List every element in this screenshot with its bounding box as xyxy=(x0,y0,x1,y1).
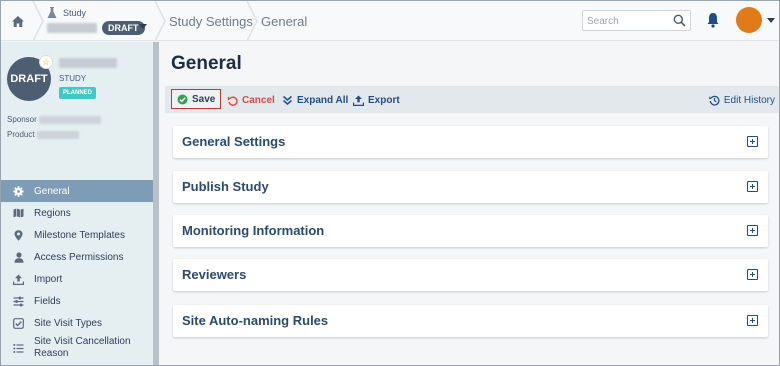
upload-icon xyxy=(13,274,24,285)
plus-square-icon[interactable] xyxy=(747,269,758,280)
plus-square-icon[interactable] xyxy=(747,136,758,147)
panel-title: General Settings xyxy=(182,134,286,149)
list-icon xyxy=(13,343,24,354)
breadcrumb-separator-icon xyxy=(32,1,44,41)
sidebar: DRAFT ☆ STUDY PLANNED Sponsor Product Ge… xyxy=(1,42,159,365)
sidebar-item-label: Site Visit Cancellation Reason xyxy=(34,336,131,359)
edit-history-button[interactable]: Edit History xyxy=(709,90,775,110)
panel-title: Publish Study xyxy=(182,179,269,194)
breadcrumb-study-label: Study xyxy=(63,8,87,18)
study-name-redacted xyxy=(59,58,117,68)
settings-nav: General Regions Milestone Templates Acce… xyxy=(1,180,153,362)
panel-monitoring-information[interactable]: Monitoring Information xyxy=(173,215,768,247)
panel-general-settings[interactable]: General Settings xyxy=(173,126,768,158)
expand-all-button[interactable]: Expand All xyxy=(282,90,348,110)
cancel-button[interactable]: Cancel xyxy=(227,90,275,110)
top-bar: Study DRAFT Study Settings General xyxy=(1,1,779,41)
breadcrumb-study[interactable]: Study DRAFT xyxy=(47,6,155,38)
history-icon xyxy=(709,95,720,106)
pin-icon xyxy=(13,229,24,241)
app-window: Study DRAFT Study Settings General DRAFT… xyxy=(0,0,780,366)
sidebar-item-general[interactable]: General xyxy=(1,180,153,202)
home-icon[interactable] xyxy=(7,9,29,33)
sidebar-item-site-visit-cancellation-reason[interactable]: Site Visit Cancellation Reason xyxy=(1,334,153,362)
sidebar-item-label: Regions xyxy=(34,207,71,219)
cancel-label: Cancel xyxy=(242,94,275,106)
breadcrumb-separator-icon xyxy=(246,1,258,41)
search-icon[interactable] xyxy=(673,14,686,27)
chevron-down-icon[interactable] xyxy=(767,18,775,23)
export-icon xyxy=(353,95,364,106)
sidebar-item-label: Fields xyxy=(34,295,61,307)
expand-all-label: Expand All xyxy=(297,94,349,106)
export-button[interactable]: Export xyxy=(353,90,400,110)
panel-title: Site Auto-naming Rules xyxy=(182,313,329,328)
status-badge: PLANNED xyxy=(59,87,97,99)
sponsor-value-redacted xyxy=(39,116,101,124)
search-box[interactable] xyxy=(582,10,691,31)
panel-site-auto-naming-rules[interactable]: Site Auto-naming Rules xyxy=(173,305,768,337)
sidebar-item-regions[interactable]: Regions xyxy=(1,202,153,224)
sponsor-label: Sponsor xyxy=(7,115,37,124)
page-title: General xyxy=(171,53,242,74)
panel-title: Monitoring Information xyxy=(182,223,325,238)
star-icon[interactable]: ☆ xyxy=(39,55,53,69)
edit-history-label: Edit History xyxy=(723,94,775,106)
plus-square-icon[interactable] xyxy=(747,315,758,326)
sidebar-item-label: General xyxy=(34,185,70,197)
save-button[interactable]: Save xyxy=(171,89,222,109)
bell-icon[interactable] xyxy=(706,12,720,28)
sidebar-item-label: Import xyxy=(34,273,63,285)
study-name-redacted xyxy=(47,23,97,33)
undo-icon xyxy=(227,95,238,106)
sliders-icon xyxy=(13,296,24,307)
product-value-redacted xyxy=(37,131,79,139)
user-icon xyxy=(13,251,24,263)
main-content: General Save Cancel Expand All Export Ed… xyxy=(159,42,779,365)
panel-title: Reviewers xyxy=(182,267,247,282)
study-avatar-text: DRAFT xyxy=(10,73,48,85)
flask-icon xyxy=(47,7,57,18)
breadcrumb-study-settings[interactable]: Study Settings xyxy=(169,14,253,29)
study-type-label: STUDY xyxy=(59,74,87,83)
sidebar-item-label: Site Visit Types xyxy=(34,317,102,329)
checkbox-icon xyxy=(13,317,24,329)
plus-square-icon[interactable] xyxy=(747,181,758,192)
sidebar-item-import[interactable]: Import xyxy=(1,268,153,290)
plus-square-icon[interactable] xyxy=(747,225,758,236)
export-label: Export xyxy=(368,94,400,106)
save-label: Save xyxy=(192,93,216,105)
breadcrumb-general: General xyxy=(261,14,308,29)
sidebar-item-label: Milestone Templates xyxy=(34,229,125,241)
user-avatar[interactable] xyxy=(736,7,762,33)
search-input[interactable] xyxy=(587,12,672,31)
map-icon xyxy=(13,208,24,219)
breadcrumb-separator-icon xyxy=(154,1,166,41)
gear-icon xyxy=(13,185,24,197)
check-circle-icon xyxy=(177,94,188,105)
chevron-down-icon[interactable] xyxy=(139,24,147,29)
sidebar-item-site-visit-types[interactable]: Site Visit Types xyxy=(1,312,153,334)
sidebar-item-fields[interactable]: Fields xyxy=(1,290,153,312)
sidebar-item-milestone-templates[interactable]: Milestone Templates xyxy=(1,224,153,246)
sidebar-item-access-permissions[interactable]: Access Permissions xyxy=(1,246,153,268)
sidebar-item-label: Access Permissions xyxy=(34,251,124,263)
product-label: Product xyxy=(7,130,35,139)
toolbar: Save Cancel Expand All Export Edit Histo… xyxy=(165,86,779,113)
panel-reviewers[interactable]: Reviewers xyxy=(173,259,768,291)
double-chevron-down-icon xyxy=(282,95,293,106)
panel-publish-study[interactable]: Publish Study xyxy=(173,171,768,203)
